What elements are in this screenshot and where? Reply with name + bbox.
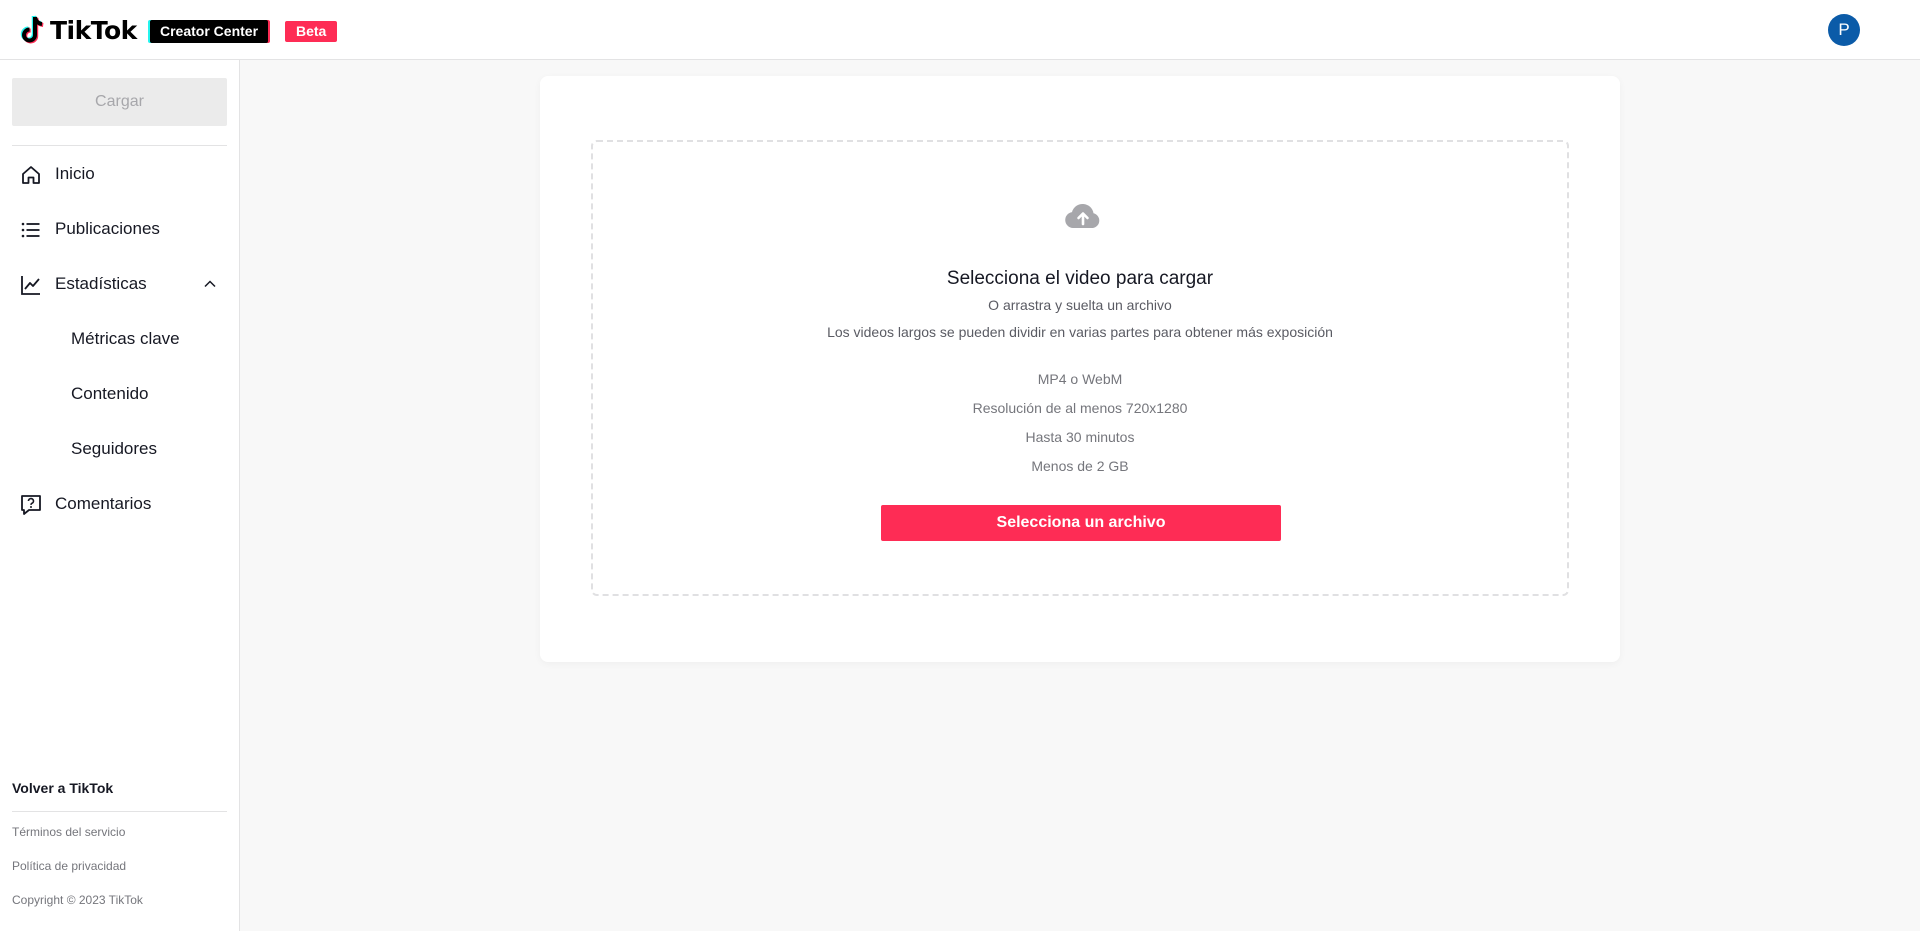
sidebar: Cargar Inicio Publicaciones Estadísticas… [0,60,240,931]
select-file-button[interactable]: Selecciona un archivo [881,505,1281,541]
spec-duration: Hasta 30 minutos [1025,429,1135,445]
upload-dropzone[interactable]: Selecciona el video para cargar O arrast… [591,140,1569,596]
chevron-up-icon[interactable] [203,277,217,291]
copyright-text: Copyright © 2023 TikTok [12,893,143,907]
privacy-link[interactable]: Política de privacidad [12,859,126,873]
sidebar-item-label: Estadísticas [55,274,147,293]
sidebar-item-seguidores[interactable]: Seguidores [0,429,239,469]
home-icon [22,166,40,184]
tiktok-logo[interactable]: TikTok [18,14,137,46]
spec-format: MP4 o WebM [1037,371,1123,387]
sidebar-item-inicio[interactable]: Inicio [0,154,239,194]
spec-size: Menos de 2 GB [1031,458,1129,474]
avatar[interactable]: P [1828,14,1860,46]
sidebar-item-label: Métricas clave [71,329,180,348]
sidebar-divider [12,145,227,146]
comment-question-icon [21,495,41,515]
brand-wordmark: TikTok [50,15,137,45]
cloud-upload-icon [1065,203,1100,228]
upload-card: Selecciona el video para cargar O arrast… [540,76,1620,662]
terms-link[interactable]: Términos del servicio [12,825,125,839]
sidebar-item-comentarios[interactable]: Comentarios [0,484,239,524]
sidebar-item-label: Inicio [55,164,95,183]
sidebar-item-label: Seguidores [71,439,158,458]
tiktok-note-icon [20,15,44,44]
upload-title: Selecciona el video para cargar [946,268,1214,289]
beta-badge: Beta [285,21,338,42]
upload-subtitle: O arrastra y suelta un archivo [988,297,1172,313]
sidebar-item-label: Comentarios [55,494,152,513]
list-icon [21,222,40,238]
sidebar-item-publicaciones[interactable]: Publicaciones [0,209,239,249]
sidebar-footer-divider [12,811,227,812]
upload-hint: Los videos largos se pueden dividir en v… [827,324,1333,340]
upload-button[interactable]: Cargar [12,78,227,126]
creator-center-badge: Creator Center [150,20,269,43]
sidebar-item-contenido[interactable]: Contenido [0,374,239,414]
spec-resolution: Resolución de al menos 720x1280 [972,400,1188,416]
chart-icon [21,276,40,295]
top-header: TikTok Creator Center Beta P [0,0,1920,60]
sidebar-item-metricas-clave[interactable]: Métricas clave [0,319,239,359]
sidebar-item-label: Contenido [71,384,149,403]
sidebar-item-label: Publicaciones [55,219,160,238]
sidebar-item-estadisticas[interactable]: Estadísticas [0,264,239,304]
back-to-tiktok-link[interactable]: Volver a TikTok [12,780,113,796]
